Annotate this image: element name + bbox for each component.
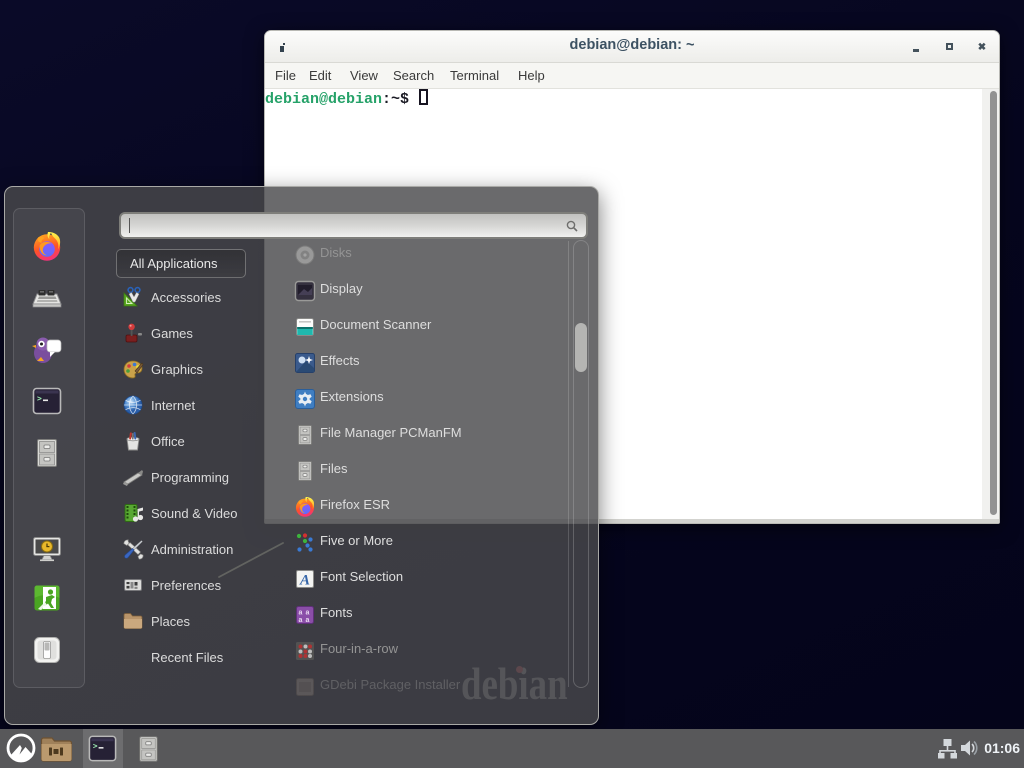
svg-text:A: A <box>299 573 310 589</box>
svg-text:>: > <box>93 742 98 751</box>
svg-text:a: a <box>306 610 310 617</box>
svg-text:a: a <box>299 610 303 617</box>
svg-text:a: a <box>306 617 310 624</box>
svg-text:a: a <box>299 617 303 624</box>
svg-text:>: > <box>37 394 42 403</box>
